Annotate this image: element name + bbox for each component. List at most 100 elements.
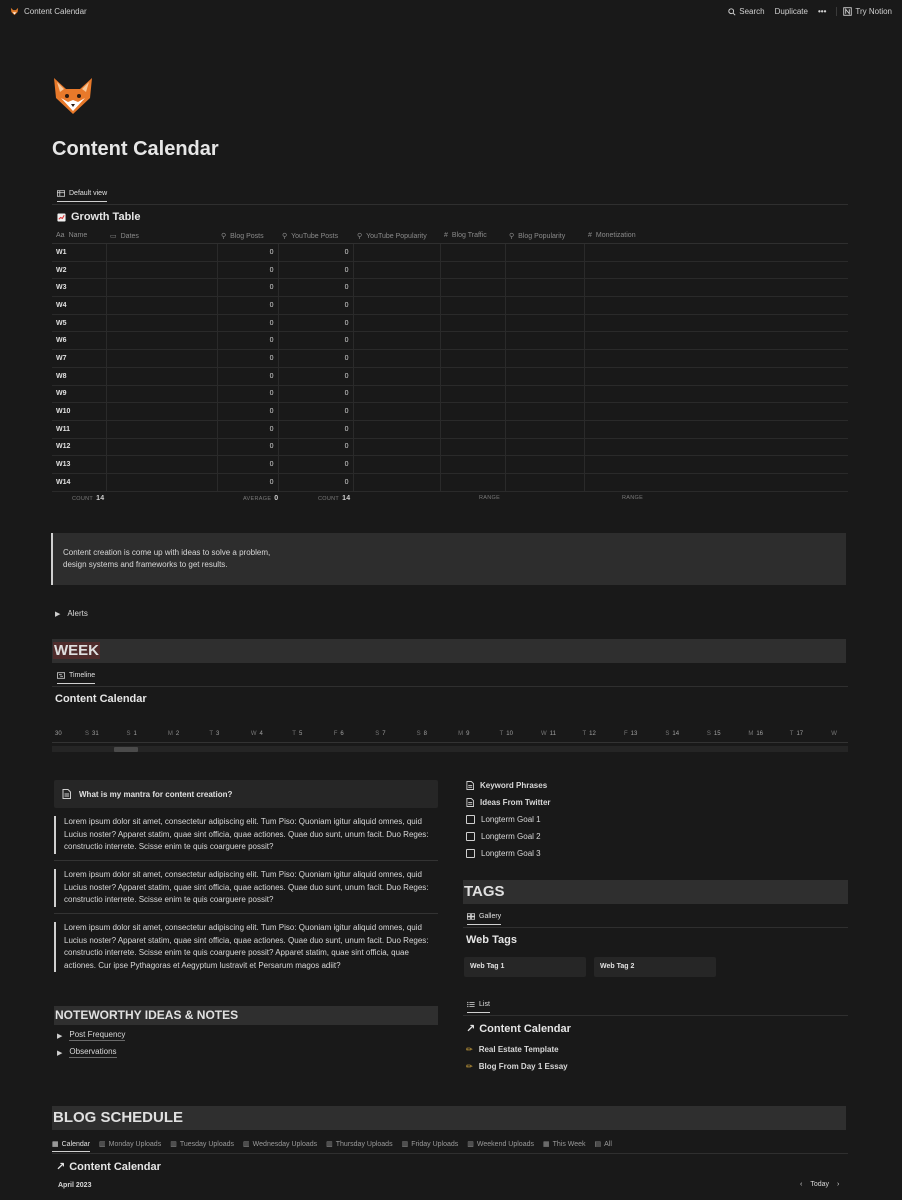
table-cell[interactable]	[505, 385, 585, 404]
cell-blog-posts[interactable]: 0	[217, 420, 279, 439]
table-cell[interactable]	[440, 420, 506, 439]
alerts-toggle[interactable]: ▶ Alerts	[55, 609, 88, 618]
column-header[interactable]: ⚲ Blog Posts	[217, 228, 278, 244]
table-cell[interactable]	[106, 296, 218, 315]
table-cell[interactable]	[505, 473, 585, 492]
table-row[interactable]: W7 0 0	[52, 349, 848, 368]
chevron-left-icon[interactable]: ‹	[800, 1181, 802, 1188]
growth-table-title[interactable]: Growth Table	[57, 211, 140, 223]
tab-calendar[interactable]: ▦ Calendar	[52, 1140, 91, 1152]
cell-name[interactable]: W1	[52, 243, 107, 262]
cell-youtube-posts[interactable]: 0	[278, 402, 354, 421]
table-row[interactable]: W10 0 0	[52, 402, 848, 421]
toggle-label[interactable]: Post Frequency	[69, 1030, 126, 1041]
table-cell[interactable]	[353, 314, 441, 333]
table-cell[interactable]	[505, 455, 585, 474]
calc-count-youtube[interactable]: COUNT 14	[318, 495, 350, 502]
table-cell[interactable]	[106, 278, 218, 298]
table-row[interactable]: W9 0 0	[52, 385, 848, 404]
cell-blog-posts[interactable]: 0	[217, 473, 279, 492]
tab-friday-uploads[interactable]: ▥ Friday Uploads	[402, 1140, 459, 1149]
cell-blog-posts[interactable]: 0	[217, 385, 279, 404]
checkbox[interactable]	[466, 832, 475, 841]
cell-name[interactable]: W3	[52, 278, 107, 298]
cell-youtube-posts[interactable]: 0	[278, 455, 354, 474]
cell-name[interactable]: W8	[52, 367, 107, 386]
table-cell[interactable]	[584, 261, 848, 280]
table-cell[interactable]	[584, 455, 848, 474]
cell-name[interactable]: W9	[52, 385, 107, 404]
cell-name[interactable]: W13	[52, 455, 107, 474]
table-row[interactable]: W11 0 0	[52, 420, 848, 439]
table-row[interactable]: W13 0 0	[52, 455, 848, 474]
list-item[interactable]: ✏ Real Estate Template	[466, 1045, 559, 1054]
tab-gallery[interactable]: Gallery	[467, 913, 502, 925]
tab-default-view[interactable]: Default view	[57, 190, 108, 202]
more-button[interactable]: •••	[818, 7, 826, 16]
table-cell[interactable]	[106, 402, 218, 421]
table-cell[interactable]	[353, 385, 441, 404]
tab-all[interactable]: ▤ All	[595, 1140, 612, 1149]
table-row[interactable]: W5 0 0	[52, 314, 848, 333]
toggle-triangle-icon[interactable]: ▶	[57, 1032, 62, 1040]
column-header[interactable]: Aa Name	[52, 228, 106, 244]
table-cell[interactable]	[584, 367, 848, 386]
timeline-title[interactable]: Content Calendar	[55, 693, 147, 705]
toggle-triangle-icon[interactable]: ▶	[57, 1049, 62, 1057]
cell-name[interactable]: W10	[52, 402, 107, 421]
table-cell[interactable]	[353, 473, 441, 492]
table-cell[interactable]	[440, 261, 506, 280]
calc-count-name[interactable]: COUNT 14	[72, 495, 104, 502]
link-ideas-from-twitter[interactable]: Ideas From Twitter	[466, 798, 551, 807]
table-cell[interactable]	[584, 314, 848, 333]
table-row[interactable]: W4 0 0	[52, 296, 848, 315]
toggle-label[interactable]: Observations	[69, 1047, 117, 1058]
cell-blog-posts[interactable]: 0	[217, 331, 279, 351]
table-cell[interactable]	[106, 367, 218, 386]
cell-name[interactable]: W14	[52, 473, 107, 492]
cell-blog-posts[interactable]: 0	[217, 402, 279, 421]
table-row[interactable]: W1 0 0	[52, 243, 848, 262]
tab-tuesday-uploads[interactable]: ▥ Tuesday Uploads	[170, 1140, 234, 1149]
link-keyword-phrases[interactable]: Keyword Phrases	[466, 781, 547, 790]
chevron-right-icon[interactable]: ›	[837, 1181, 839, 1188]
table-cell[interactable]	[584, 420, 848, 439]
calc-range-monetization[interactable]: RANGE	[622, 495, 643, 501]
todo-longterm-goal-2[interactable]: Longterm Goal 2	[466, 832, 541, 841]
column-header[interactable]: ⚲ Blog Popularity	[505, 228, 584, 244]
tab-this-week[interactable]: ▦ This Week	[543, 1140, 586, 1149]
gallery-card-web-tag-1[interactable]: Web Tag 1	[464, 957, 586, 977]
cell-blog-posts[interactable]: 0	[217, 296, 279, 315]
table-cell[interactable]	[440, 331, 506, 351]
checkbox[interactable]	[466, 815, 475, 824]
table-row[interactable]: W8 0 0	[52, 367, 848, 386]
cell-youtube-posts[interactable]: 0	[278, 473, 354, 492]
cell-blog-posts[interactable]: 0	[217, 243, 279, 262]
todo-longterm-goal-3[interactable]: Longterm Goal 3	[466, 849, 541, 858]
table-cell[interactable]	[440, 367, 506, 386]
table-cell[interactable]	[353, 349, 441, 368]
cell-blog-posts[interactable]: 0	[217, 349, 279, 368]
table-cell[interactable]	[505, 438, 585, 457]
list-title[interactable]: ↗ Content Calendar	[466, 1022, 571, 1036]
table-cell[interactable]	[584, 278, 848, 298]
calc-average-blog[interactable]: AVERAGE 0	[243, 495, 279, 502]
table-row[interactable]: W6 0 0	[52, 331, 848, 351]
cell-name[interactable]: W6	[52, 331, 107, 351]
table-row[interactable]: W3 0 0	[52, 278, 848, 298]
table-cell[interactable]	[584, 331, 848, 351]
table-cell[interactable]	[353, 402, 441, 421]
table-cell[interactable]	[353, 296, 441, 315]
table-cell[interactable]	[440, 402, 506, 421]
table-cell[interactable]	[440, 473, 506, 492]
blog-calendar-title[interactable]: ↗ Content Calendar	[56, 1160, 161, 1174]
table-cell[interactable]	[440, 314, 506, 333]
cell-youtube-posts[interactable]: 0	[278, 331, 354, 351]
timeline-scrollbar-track[interactable]	[52, 746, 848, 752]
cell-name[interactable]: W11	[52, 420, 107, 439]
cell-youtube-posts[interactable]: 0	[278, 261, 354, 280]
cell-blog-posts[interactable]: 0	[217, 455, 279, 474]
table-cell[interactable]	[505, 331, 585, 351]
cell-blog-posts[interactable]: 0	[217, 367, 279, 386]
table-cell[interactable]	[353, 331, 441, 351]
